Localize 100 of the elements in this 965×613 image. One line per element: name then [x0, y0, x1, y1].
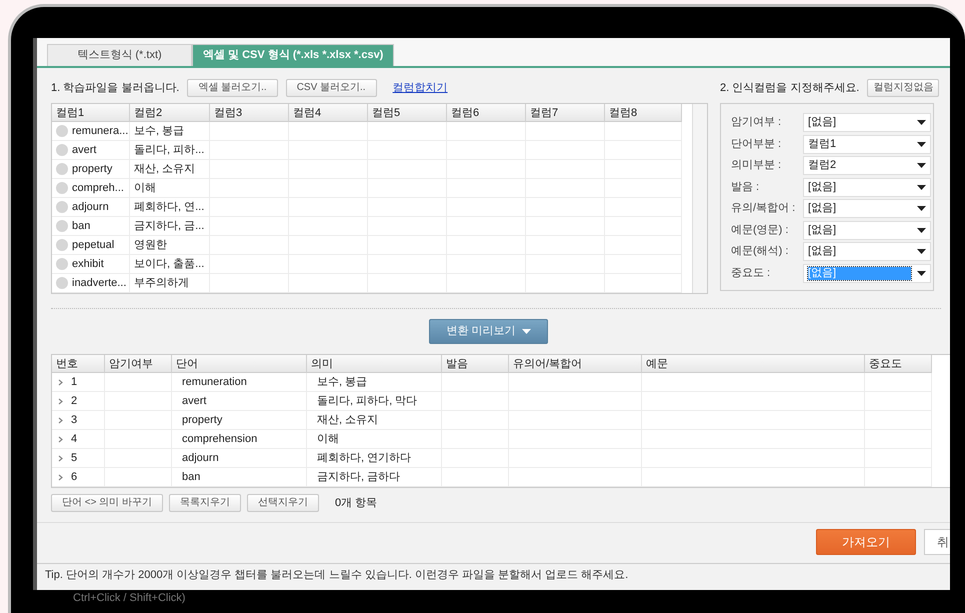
check-icon[interactable]	[56, 182, 68, 194]
table-cell	[865, 468, 932, 488]
field-label: 중요도 :	[731, 266, 772, 280]
field-label: 예문(해석) :	[731, 245, 790, 259]
column-select[interactable]: [없음]	[803, 242, 931, 262]
cell-text: property	[72, 162, 112, 177]
cell-text: 2	[71, 394, 78, 409]
dropdown-arrow-icon	[917, 163, 926, 168]
cell-text: adjourn	[72, 200, 109, 215]
column-header: 컬럼7	[526, 104, 605, 122]
table-cell: avert	[172, 392, 307, 412]
load-button[interactable]: 엑셀 불러오기..	[187, 79, 278, 98]
column-select[interactable]: [없음]	[803, 220, 931, 240]
cell-text: inadverte...	[72, 276, 126, 291]
column-header: 예문	[642, 355, 865, 374]
field-label: 의미부분 :	[731, 159, 782, 173]
table-cell: 이해	[307, 430, 442, 450]
table-cell: 돌리다, 피하다, 막다	[307, 392, 442, 412]
field-label: 예문(영문) :	[731, 224, 790, 238]
item-count: 0개 항목	[335, 496, 378, 510]
list-button[interactable]: 단어 <> 의미 바꾸기	[51, 494, 164, 512]
column-header: 번호	[52, 355, 105, 374]
table-cell	[442, 468, 509, 488]
check-icon[interactable]	[56, 201, 68, 214]
chevron-icon	[58, 378, 63, 386]
table-cell: remuneration	[172, 373, 307, 392]
table-cell: comprehension	[172, 430, 307, 450]
column-header: 유의어/복합어	[509, 355, 642, 374]
table-cell: adjourn	[172, 449, 307, 468]
field-label: 암기여부 :	[731, 116, 782, 130]
chevron-icon	[58, 398, 63, 405]
table-cell: 보수, 봉급	[307, 373, 442, 392]
column-select[interactable]: [없음]	[803, 113, 931, 132]
cell-text: 5	[71, 450, 78, 466]
column-header: 컬럼3	[210, 104, 289, 122]
table-cell: ban	[172, 468, 307, 488]
column-select[interactable]: 컬럼1	[803, 134, 931, 154]
list-button[interactable]: 선택지우기	[247, 494, 320, 512]
field-label: 단어부분 :	[731, 138, 782, 152]
check-icon[interactable]	[56, 125, 68, 138]
column-header: 단어	[172, 355, 307, 374]
cell-text: pepetual	[72, 238, 114, 253]
table-cell: 영원한	[130, 236, 210, 256]
column-header: 컬럼2	[130, 104, 210, 122]
table-cell: 재산, 소유지	[307, 411, 442, 430]
dropdown-arrow-icon	[917, 120, 926, 126]
cancel-button[interactable]: 취	[924, 529, 950, 556]
table-cell: 금지하다, 금...	[130, 217, 210, 236]
check-icon[interactable]	[56, 277, 68, 290]
check-icon[interactable]	[56, 144, 68, 156]
chevron-icon	[58, 474, 63, 481]
column-header: 컬럼6	[447, 104, 526, 122]
chevron-icon	[58, 454, 63, 462]
cell-text: 1	[71, 374, 78, 390]
cell-text: ban	[72, 218, 90, 234]
column-select[interactable]: [없음]	[803, 199, 931, 218]
dropdown-arrow-icon	[522, 329, 531, 334]
table-cell: 보이다, 출품...	[130, 255, 210, 274]
chevron-icon	[58, 436, 63, 443]
column-header: 컬럼8	[605, 104, 682, 122]
column-header: 컬럼1	[52, 104, 130, 122]
column-header: 중요도	[865, 355, 932, 374]
cell-text: 3	[71, 412, 78, 428]
table-cell: 금지하다, 금하다	[307, 468, 442, 488]
cell-text: 4	[71, 432, 78, 447]
column-header: 암기여부	[105, 355, 172, 374]
dropdown-arrow-icon	[917, 249, 926, 254]
column-select[interactable]: 컬럼2	[803, 156, 931, 176]
column-header: 컬럼5	[368, 104, 447, 122]
column-header: 의미	[307, 355, 442, 374]
chevron-icon	[58, 416, 63, 424]
table-cell: 부주의하게	[130, 274, 210, 294]
column-header: 발음	[442, 355, 509, 374]
format-tab[interactable]: 텍스트형식 (*.txt)	[47, 44, 192, 66]
check-icon[interactable]	[56, 258, 68, 270]
table-cell: 폐회하다, 연...	[130, 198, 210, 218]
check-icon[interactable]	[56, 239, 68, 252]
no-column-button[interactable]: 컬럼지정없음	[867, 79, 940, 98]
table-cell: 재산, 소유지	[130, 160, 210, 180]
list-button[interactable]: 목록지우기	[169, 494, 242, 512]
table-cell	[865, 373, 932, 392]
table-cell: 돌리다, 피하...	[130, 141, 210, 160]
dropdown-arrow-icon	[917, 184, 926, 190]
scrollbar[interactable]	[692, 104, 707, 294]
cell-text: remunera...	[72, 124, 128, 139]
check-icon[interactable]	[56, 163, 68, 176]
table-cell: 보수, 봉급	[130, 122, 210, 142]
merge-columns-link[interactable]: 컬럼합치기	[392, 82, 448, 95]
column-header: 컬럼4	[289, 104, 368, 122]
check-icon[interactable]	[56, 220, 68, 232]
cell-text: exhibit	[72, 256, 104, 272]
load-button[interactable]: CSV 불러오기..	[286, 79, 377, 98]
field-label: 유의/복합어 :	[731, 202, 796, 216]
dropdown-arrow-icon	[917, 270, 926, 276]
column-select[interactable]: [없음]	[803, 178, 931, 197]
cell-text: compreh...	[72, 180, 124, 196]
table-cell: 이해	[130, 179, 210, 198]
hint-text: Ctrl+Click / Shift+Click)	[72, 591, 186, 606]
cell-text: 6	[71, 470, 78, 485]
section-label: 2. 인식컬럼을 지정해주세요.	[720, 82, 860, 95]
